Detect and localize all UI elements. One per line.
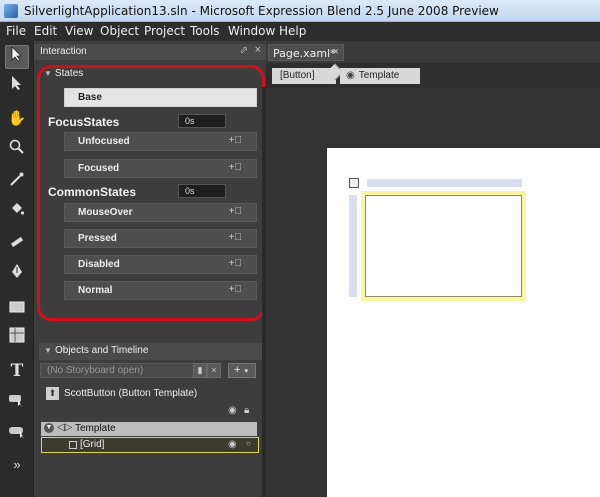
state-unfocused[interactable]: Unfocused +⃝ [64,132,257,151]
toolbox: ✋ T » [0,41,34,497]
blend-app-icon [4,4,18,18]
scope-label: ScottButton (Button Template) [64,388,198,399]
states-title: States [54,68,84,79]
selection-tool-icon[interactable] [5,45,29,69]
state-disabled[interactable]: Disabled +⃝ [64,255,257,274]
tree-node-grid[interactable]: [Grid] ◉ ○ [41,437,259,453]
visibility-eye-icon[interactable]: ◉ [228,439,237,450]
menu-edit[interactable]: Edit [34,24,57,38]
objects-timeline-title: Objects and Timeline [55,345,149,356]
scope-up-icon[interactable]: ⬆ [46,387,59,400]
tab-page-xaml-label: Page.xaml* [273,47,336,60]
add-transition-icon[interactable]: +⃝ [229,135,242,146]
document-area: Page.xaml* × [Button] ◉ Template [266,41,600,497]
add-storyboard-button[interactable]: + ▾ [228,363,256,378]
grid-layout-icon[interactable] [5,327,29,351]
artboard[interactable] [327,148,600,497]
direct-selection-tool-icon[interactable] [5,75,29,99]
menu-tools[interactable]: Tools [190,24,220,38]
tree-node-grid-label: [Grid] [80,439,105,450]
pan-hand-icon[interactable]: ✋ [5,107,29,131]
storyboard-selector[interactable]: (No Storyboard open) [40,363,200,378]
row-ruler[interactable] [349,195,357,297]
tab-page-xaml[interactable]: Page.xaml* × [268,44,344,61]
grid-element[interactable] [365,195,522,297]
menu-bar: File Edit View Object Project Tools Wind… [0,22,600,41]
collapse-triangle-icon[interactable]: ▼ [44,346,52,355]
menu-file[interactable]: File [6,24,26,38]
storyboard-close-icon[interactable]: × [207,363,221,378]
state-pressed-label: Pressed [78,233,117,244]
state-normal[interactable]: Normal +⃝ [64,281,257,300]
grid-icon [69,441,77,449]
collapse-triangle-icon[interactable]: ▼ [44,69,52,78]
menu-view[interactable]: View [65,24,93,38]
lock-icon[interactable]: 🔒︎ [244,405,249,416]
lock-dot-icon[interactable]: ○ [246,439,251,448]
brush-transform-icon[interactable] [5,231,29,255]
state-focused-label: Focused [78,163,120,174]
template-eye-icon: ◉ [346,70,355,81]
interaction-panel-title: Interaction [40,46,87,57]
commonstates-transition-time-input[interactable]: 0s [178,184,226,198]
control-tool-icon[interactable] [5,423,29,447]
button-template-preview[interactable] [361,191,526,301]
add-transition-icon[interactable]: +⃝ [229,284,242,295]
scope-row[interactable]: ⬆ ScottButton (Button Template) [46,387,256,403]
state-focused[interactable]: Focused +⃝ [64,159,257,178]
breadcrumb-template[interactable]: ◉ Template [340,68,420,84]
state-disabled-label: Disabled [78,259,120,270]
dropdown-arrow-icon: ▾ [244,368,248,375]
add-transition-icon[interactable]: +⃝ [229,206,242,217]
pin-icon[interactable]: ⬀ [240,45,248,56]
breadcrumb-template-label: Template [358,70,400,81]
menu-object[interactable]: Object [100,24,139,38]
tree-node-template-label: Template [75,423,116,434]
grid-adorner-icon[interactable] [349,178,359,188]
add-transition-icon[interactable]: +⃝ [229,258,242,269]
window-title: SilverlightApplication13.sln - Microsoft… [24,4,499,18]
interaction-panel: Interaction ⬀ × ▼ States Base FocusStates… [34,41,266,497]
column-ruler[interactable] [367,179,522,187]
state-mouseover[interactable]: MouseOver +⃝ [64,203,257,222]
state-mouseover-label: MouseOver [78,207,133,218]
interaction-panel-header: Interaction ⬀ × [34,44,266,60]
add-transition-icon[interactable]: +⃝ [229,162,242,173]
title-bar: SilverlightApplication13.sln - Microsoft… [0,0,600,22]
state-unfocused-label: Unfocused [78,136,130,147]
paint-bucket-icon[interactable] [5,201,29,225]
menu-help[interactable]: Help [279,24,306,38]
objects-timeline-header[interactable]: ▼ Objects and Timeline [39,343,265,360]
template-icon: ◁▷ [57,422,73,433]
state-base-label: Base [78,92,102,103]
states-section-header[interactable]: ▼ States [44,68,83,79]
rectangle-icon[interactable] [5,297,29,321]
close-tab-icon[interactable]: × [333,46,339,58]
close-icon[interactable]: × [255,44,261,56]
breadcrumb: [Button] ◉ Template [266,63,600,88]
focusstates-transition-time-input[interactable]: 0s [178,114,226,128]
zoom-magnifier-icon[interactable] [5,139,29,163]
state-group-commonstates: CommonStates [48,185,137,199]
visibility-eye-icon[interactable]: ◉ [228,405,237,416]
more-tools-chevron-icon[interactable]: » [5,453,29,477]
state-group-focusstates: FocusStates [48,115,120,129]
asset-tool-icon[interactable] [5,391,29,415]
state-base[interactable]: Base [64,88,257,107]
menu-window[interactable]: Window [228,24,275,38]
menu-project[interactable]: Project [144,24,185,38]
pen-icon[interactable] [5,263,29,287]
expand-toggle-icon[interactable]: ▼ [44,423,54,433]
state-pressed[interactable]: Pressed +⃝ [64,229,257,248]
add-storyboard-label: + [234,364,241,376]
tree-node-template[interactable]: ▼ ◁▷ Template [41,422,257,436]
state-normal-label: Normal [78,285,113,296]
storyboard-options-icon[interactable]: ▮ [193,363,207,378]
eyedropper-icon[interactable] [5,171,29,195]
add-transition-icon[interactable]: +⃝ [229,232,242,243]
text-tool-icon[interactable]: T [5,359,29,383]
